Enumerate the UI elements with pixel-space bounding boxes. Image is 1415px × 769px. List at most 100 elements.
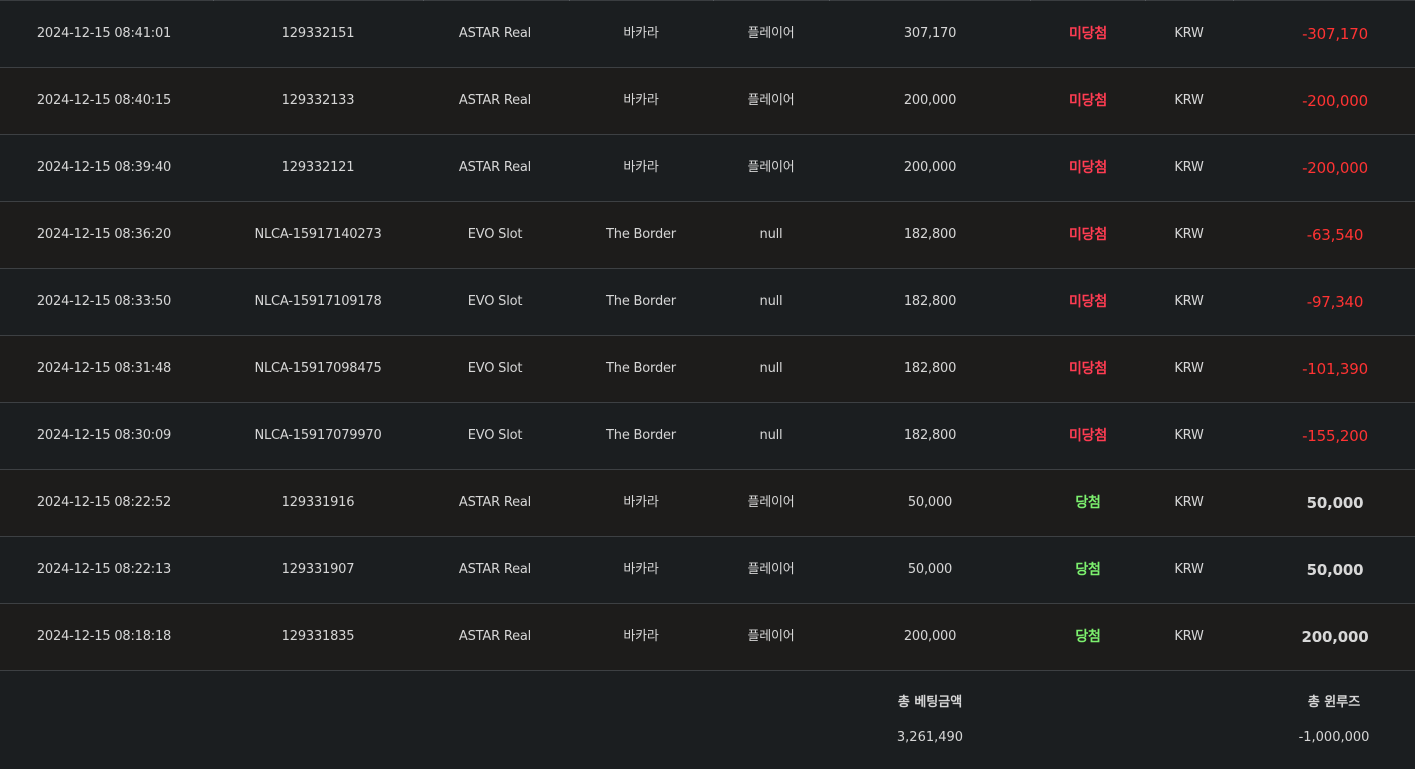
- cell-date: 2024-12-15 08:36:20: [36, 227, 172, 242]
- cell-winloss: -97,340: [1306, 293, 1364, 311]
- cell-currency: KRW: [1174, 629, 1204, 644]
- cell-amount: 182,800: [903, 428, 957, 443]
- cell-amount: 182,800: [903, 361, 957, 376]
- cell-currency: KRW: [1174, 428, 1204, 443]
- cell-result: 미당첨: [1068, 160, 1108, 176]
- cell-game: The Border: [606, 361, 676, 376]
- total-winloss-value: -1,000,000: [1298, 730, 1370, 745]
- cell-bet-id: 129331916: [281, 495, 355, 510]
- cell-bet-id: 129331835: [281, 629, 355, 644]
- cell-provider: EVO Slot: [467, 294, 523, 309]
- cell-bet-id: 129332151: [281, 26, 355, 41]
- cell-game: 바카라: [623, 629, 659, 644]
- cell-provider: ASTAR Real: [458, 629, 532, 644]
- cell-winloss: -200,000: [1302, 92, 1368, 110]
- cell-winloss: 50,000: [1306, 561, 1364, 579]
- cell-result: 미당첨: [1068, 361, 1108, 377]
- cell-winloss: -155,200: [1302, 427, 1368, 445]
- cell-result: 당첨: [1075, 629, 1101, 645]
- cell-bet-type: 플레이어: [747, 562, 795, 577]
- cell-winloss: -63,540: [1306, 226, 1364, 244]
- table-row[interactable]: 2024-12-15 08:40:15 129332133 ASTAR Real 바카…: [0, 68, 1415, 135]
- cell-provider: ASTAR Real: [458, 93, 532, 108]
- table-row[interactable]: 2024-12-15 08:41:01 129332151 ASTAR Real 바카…: [0, 1, 1415, 68]
- cell-game: The Border: [606, 428, 676, 443]
- table-row[interactable]: 2024-12-15 08:22:52 129331916 ASTAR Real 바카…: [0, 470, 1415, 537]
- cell-amount: 50,000: [907, 562, 953, 577]
- cell-currency: KRW: [1174, 93, 1204, 108]
- cell-date: 2024-12-15 08:31:48: [36, 361, 172, 376]
- cell-game: 바카라: [623, 93, 659, 108]
- cell-currency: KRW: [1174, 227, 1204, 242]
- cell-currency: KRW: [1174, 26, 1204, 41]
- table-summary: 총 베팅금액 3,261,490 총 윈루즈 -1,000,000: [0, 671, 1415, 769]
- bet-history-table: 2024-12-15 08:41:01 129332151 ASTAR Real 바카…: [0, 0, 1415, 769]
- cell-provider: ASTAR Real: [458, 495, 532, 510]
- cell-amount: 200,000: [903, 160, 957, 175]
- total-winloss-label: 총 윈루즈: [1307, 695, 1361, 710]
- cell-amount: 182,800: [903, 294, 957, 309]
- cell-bet-id: NLCA-15917079970: [254, 428, 382, 443]
- cell-provider: EVO Slot: [467, 361, 523, 376]
- cell-winloss: -101,390: [1302, 360, 1368, 378]
- cell-bet-type: null: [759, 428, 783, 443]
- cell-game: The Border: [606, 294, 676, 309]
- cell-game: 바카라: [623, 26, 659, 41]
- total-bet-label: 총 베팅금액: [897, 695, 963, 710]
- cell-result: 당첨: [1075, 495, 1101, 511]
- cell-result: 당첨: [1075, 562, 1101, 578]
- cell-winloss: 200,000: [1301, 628, 1369, 646]
- cell-provider: ASTAR Real: [458, 562, 532, 577]
- cell-amount: 182,800: [903, 227, 957, 242]
- cell-bet-id: 129332121: [281, 160, 355, 175]
- cell-result: 미당첨: [1068, 227, 1108, 243]
- cell-provider: EVO Slot: [467, 428, 523, 443]
- cell-game: 바카라: [623, 160, 659, 175]
- table-row[interactable]: 2024-12-15 08:36:20 NLCA-15917140273 EVO S…: [0, 202, 1415, 269]
- cell-bet-type: 플레이어: [747, 629, 795, 644]
- cell-provider: ASTAR Real: [458, 160, 532, 175]
- cell-result: 미당첨: [1068, 294, 1108, 310]
- cell-winloss: -307,170: [1302, 25, 1368, 43]
- table-row[interactable]: 2024-12-15 08:31:48 NLCA-15917098475 EVO S…: [0, 336, 1415, 403]
- cell-provider: EVO Slot: [467, 227, 523, 242]
- table-row[interactable]: 2024-12-15 08:39:40 129332121 ASTAR Real 바카…: [0, 135, 1415, 202]
- cell-date: 2024-12-15 08:41:01: [36, 26, 172, 41]
- cell-bet-type: 플레이어: [747, 160, 795, 175]
- table-row[interactable]: 2024-12-15 08:30:09 NLCA-15917079970 EVO S…: [0, 403, 1415, 470]
- cell-bet-id: 129332133: [281, 93, 355, 108]
- cell-date: 2024-12-15 08:22:13: [36, 562, 172, 577]
- cell-winloss: 50,000: [1306, 494, 1364, 512]
- cell-bet-type: 플레이어: [747, 495, 795, 510]
- table-row[interactable]: 2024-12-15 08:33:50 NLCA-15917109178 EVO S…: [0, 269, 1415, 336]
- cell-bet-type: null: [759, 227, 783, 242]
- cell-game: The Border: [606, 227, 676, 242]
- cell-date: 2024-12-15 08:39:40: [36, 160, 172, 175]
- cell-currency: KRW: [1174, 294, 1204, 309]
- table-row[interactable]: 2024-12-15 08:18:18 129331835 ASTAR Real 바카…: [0, 604, 1415, 671]
- cell-date: 2024-12-15 08:22:52: [36, 495, 172, 510]
- cell-result: 미당첨: [1068, 26, 1108, 42]
- cell-game: 바카라: [623, 495, 659, 510]
- cell-date: 2024-12-15 08:40:15: [36, 93, 172, 108]
- cell-result: 미당첨: [1068, 428, 1108, 444]
- total-bet-value: 3,261,490: [896, 730, 964, 745]
- cell-currency: KRW: [1174, 361, 1204, 376]
- cell-winloss: -200,000: [1302, 159, 1368, 177]
- cell-game: 바카라: [623, 562, 659, 577]
- table-row[interactable]: 2024-12-15 08:22:13 129331907 ASTAR Real 바카…: [0, 537, 1415, 604]
- cell-bet-type: null: [759, 361, 783, 376]
- cell-bet-id: 129331907: [281, 562, 355, 577]
- cell-date: 2024-12-15 08:33:50: [36, 294, 172, 309]
- cell-currency: KRW: [1174, 562, 1204, 577]
- cell-bet-id: NLCA-15917098475: [254, 361, 382, 376]
- cell-bet-type: 플레이어: [747, 93, 795, 108]
- cell-date: 2024-12-15 08:30:09: [36, 428, 172, 443]
- cell-bet-type: null: [759, 294, 783, 309]
- cell-bet-type: 플레이어: [747, 26, 795, 41]
- cell-amount: 200,000: [903, 93, 957, 108]
- cell-provider: ASTAR Real: [458, 26, 532, 41]
- cell-bet-id: NLCA-15917140273: [254, 227, 382, 242]
- cell-result: 미당첨: [1068, 93, 1108, 109]
- cell-currency: KRW: [1174, 160, 1204, 175]
